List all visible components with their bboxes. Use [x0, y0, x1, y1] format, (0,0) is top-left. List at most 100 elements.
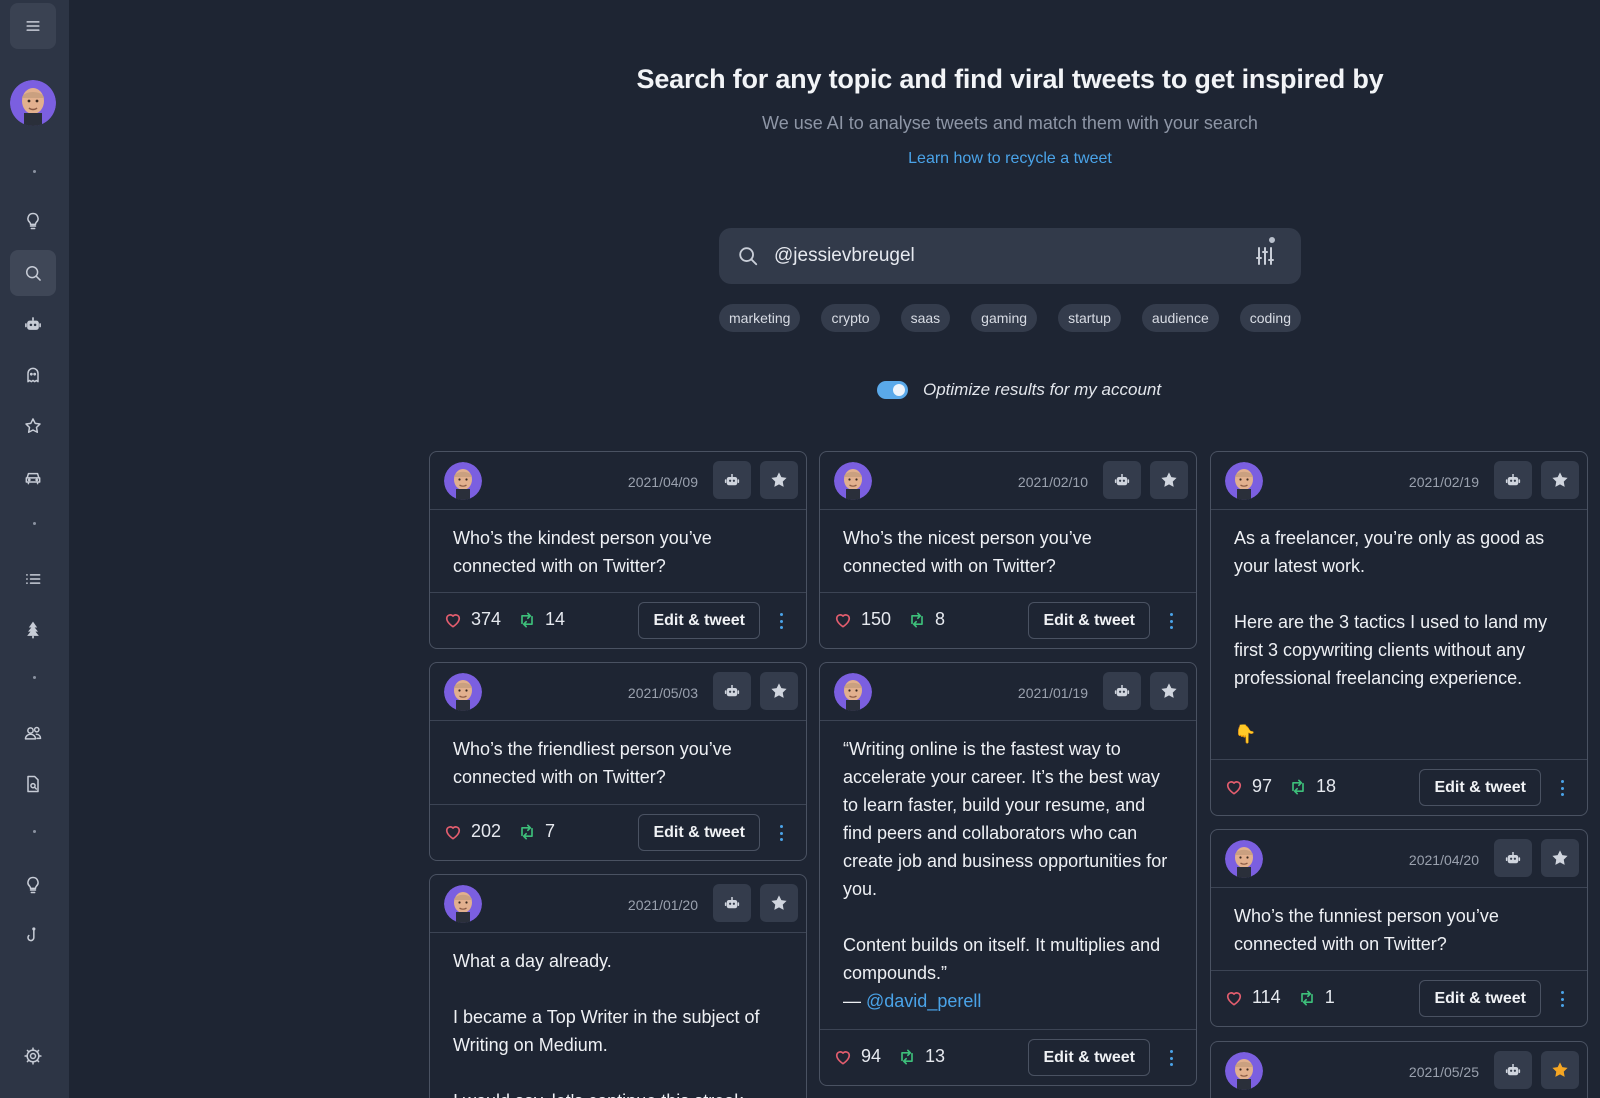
sidebar-item-audience[interactable]: [10, 710, 56, 756]
learn-recycle-link-text[interactable]: Learn how to recycle a tweet: [908, 150, 1112, 167]
retweet-icon[interactable]: [907, 610, 927, 630]
more-options-button[interactable]: [776, 610, 786, 632]
like-count: 374: [471, 609, 502, 629]
star-icon: [771, 683, 787, 698]
sidebar-item-ghostwriter[interactable]: [10, 352, 56, 398]
ai-rewrite-button[interactable]: [713, 672, 751, 710]
like-count: 97: [1252, 776, 1273, 796]
edit-and-tweet-button[interactable]: Edit & tweet: [638, 602, 760, 639]
sidebar-item-tips[interactable]: [10, 862, 56, 908]
learn-recycle-link[interactable]: Learn how to recycle a tweet: [620, 150, 1400, 168]
sidebar-item-autopilot[interactable]: [10, 454, 56, 500]
robot-icon: [25, 317, 41, 330]
tweet-text: Who’s the friendliest person you’ve conn…: [430, 721, 806, 791]
ai-rewrite-button[interactable]: [1494, 839, 1532, 877]
retweet-icon[interactable]: [1288, 777, 1308, 797]
heart-icon[interactable]: [833, 610, 853, 630]
retweet-icon[interactable]: [517, 822, 537, 842]
tweet-card: 2021/02/10 Who’s the nicest person you’ve…: [819, 451, 1197, 649]
avatar-image: [10, 80, 56, 126]
favorite-button[interactable]: [1150, 672, 1188, 710]
heart-icon[interactable]: [1224, 988, 1244, 1008]
heart-icon[interactable]: [443, 610, 463, 630]
sidebar-item-settings[interactable]: [10, 1033, 56, 1079]
favorite-button[interactable]: [1150, 461, 1188, 499]
like-count: 150: [861, 609, 892, 629]
tweet-date: 2021/01/19: [1017, 685, 1088, 701]
menu-button[interactable]: [10, 3, 56, 49]
favorite-button[interactable]: [1541, 839, 1579, 877]
robot-icon: [724, 685, 740, 697]
heart-icon[interactable]: [1224, 777, 1244, 797]
tag-audience[interactable]: audience: [1141, 304, 1219, 332]
search-input[interactable]: [774, 240, 1224, 272]
sidebar-item-ai[interactable]: [10, 301, 56, 347]
sidebar: [0, 0, 69, 1098]
sidebar-item-ideas[interactable]: [10, 198, 56, 244]
tag-crypto[interactable]: crypto: [821, 304, 880, 332]
search-box: [719, 228, 1301, 284]
retweet-count: 18: [1316, 776, 1337, 796]
edit-and-tweet-button[interactable]: Edit & tweet: [638, 814, 760, 851]
sidebar-item-queue[interactable]: [10, 556, 56, 602]
tweet-text-content: “Writing online is the fastest way to ac…: [843, 739, 1168, 983]
user-avatar[interactable]: [10, 80, 56, 126]
tag-gaming[interactable]: gaming: [971, 304, 1038, 332]
tweet-text: “Writing online is the fastest way to ac…: [820, 721, 1196, 1015]
tweet-date: 2021/05/03: [627, 685, 698, 701]
search-icon: [26, 266, 41, 281]
filter-sliders-icon[interactable]: [1253, 244, 1277, 268]
edit-and-tweet-button[interactable]: Edit & tweet: [1028, 1039, 1150, 1076]
sidebar-item-evergreen[interactable]: [10, 607, 56, 653]
more-options-button[interactable]: [1557, 988, 1567, 1010]
sidebar-item-hooks[interactable]: [10, 913, 56, 959]
edit-and-tweet-button[interactable]: Edit & tweet: [1419, 980, 1541, 1017]
ai-rewrite-button[interactable]: [1103, 672, 1141, 710]
more-options-button[interactable]: [776, 822, 786, 844]
retweet-count: 7: [545, 821, 556, 841]
more-options-button[interactable]: [1166, 610, 1176, 632]
favorite-button[interactable]: [1541, 1051, 1579, 1089]
retweet-icon[interactable]: [897, 1047, 917, 1067]
like-count: 94: [861, 1046, 882, 1066]
retweet-count: 14: [545, 609, 566, 629]
retweet-icon[interactable]: [1297, 988, 1317, 1008]
robot-icon: [1505, 474, 1521, 486]
more-options-button[interactable]: [1166, 1047, 1176, 1069]
tag-startup[interactable]: startup: [1058, 304, 1121, 332]
optimize-toggle[interactable]: [877, 381, 908, 399]
ai-rewrite-button[interactable]: [1103, 461, 1141, 499]
tweet-stats: 114 1: [1224, 987, 1335, 1008]
ai-rewrite-button[interactable]: [1494, 1051, 1532, 1089]
more-options-button[interactable]: [1557, 777, 1567, 799]
tag-coding[interactable]: coding: [1239, 304, 1301, 332]
page-title: Search for any topic and find viral twee…: [636, 64, 1384, 94]
tweet-text: As a freelancer, you’re only as good as …: [1211, 510, 1587, 748]
author-avatar-image: [444, 885, 482, 923]
edit-and-tweet-button[interactable]: Edit & tweet: [1028, 602, 1150, 639]
tweet-date: 2021/04/09: [627, 474, 698, 490]
heart-icon[interactable]: [443, 822, 463, 842]
tweet-card-header: 2021/02/19: [1211, 452, 1587, 510]
tweet-card-header: 2021/01/20: [430, 875, 806, 933]
sidebar-item-favorites[interactable]: [10, 403, 56, 449]
favorite-button[interactable]: [1541, 461, 1579, 499]
favorite-button[interactable]: [760, 672, 798, 710]
tag-saas[interactable]: saas: [900, 304, 951, 332]
sidebar-item-search[interactable]: [10, 250, 56, 296]
tag-marketing[interactable]: marketing: [719, 304, 801, 332]
mention-link[interactable]: @david_perell: [866, 991, 981, 1011]
lightbulb-icon: [27, 876, 39, 894]
tweet-text-content: Who’s the friendliest person you’ve conn…: [453, 739, 732, 787]
favorite-button[interactable]: [760, 461, 798, 499]
tweet-card: 2021/05/25: [1210, 1041, 1588, 1098]
tweet-card: 2021/04/09 Who’s the kindest person you’v…: [429, 451, 807, 649]
ai-rewrite-button[interactable]: [1494, 461, 1532, 499]
ai-rewrite-button[interactable]: [713, 461, 751, 499]
ai-rewrite-button[interactable]: [713, 884, 751, 922]
favorite-button[interactable]: [760, 884, 798, 922]
edit-and-tweet-button[interactable]: Edit & tweet: [1419, 769, 1541, 806]
sidebar-item-content[interactable]: [10, 761, 56, 807]
retweet-icon[interactable]: [517, 610, 537, 630]
heart-icon[interactable]: [833, 1047, 853, 1067]
